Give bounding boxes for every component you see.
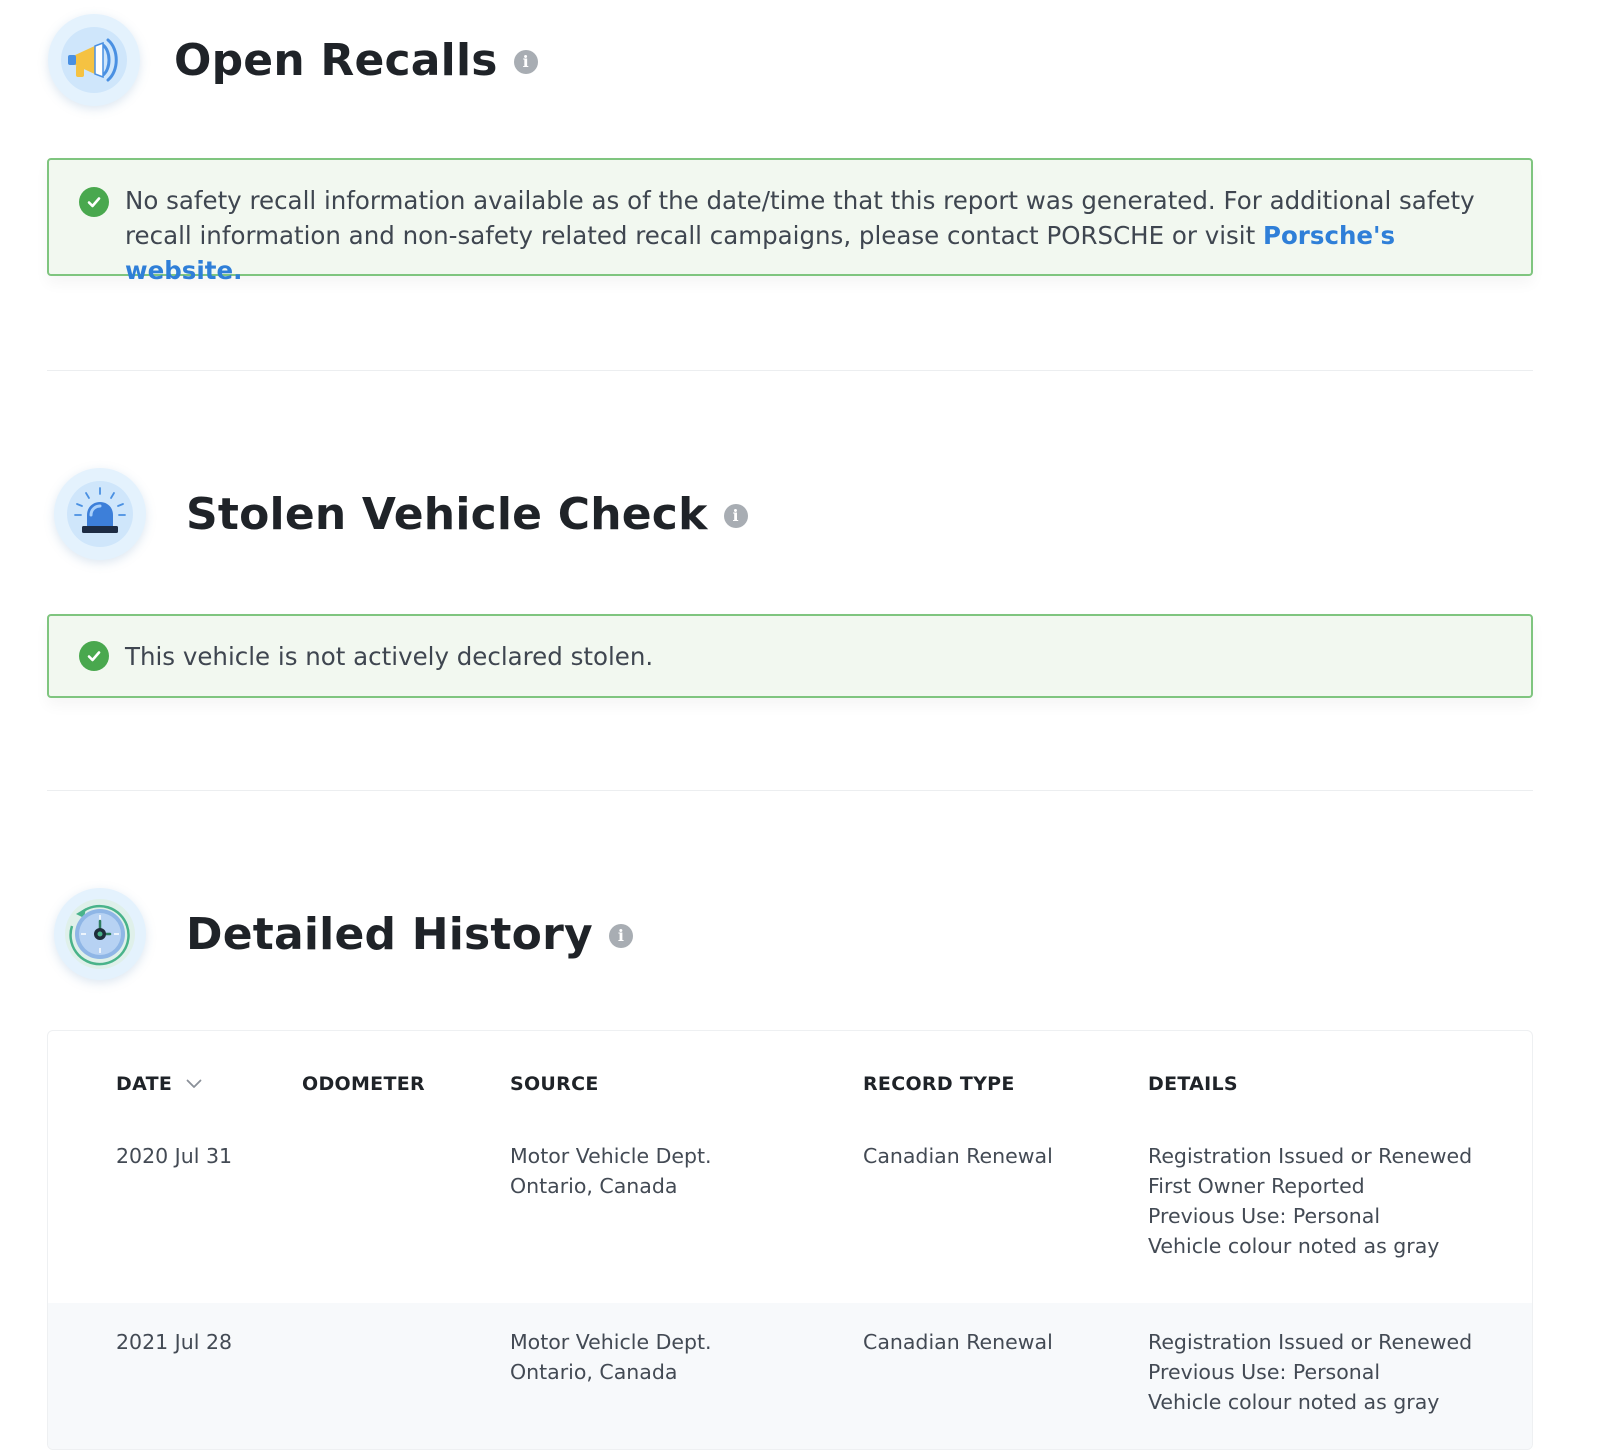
info-icon[interactable]: i (723, 504, 748, 528)
stolen-check-title: Stolen Vehicle Check (186, 488, 708, 540)
info-icon[interactable]: i (608, 924, 633, 948)
row-date: 2020 Jul 31 (116, 1144, 233, 1168)
info-icon[interactable]: i (513, 50, 538, 74)
row-date: 2021 Jul 28 (116, 1330, 233, 1354)
row-source-line: Ontario, Canada (510, 1174, 678, 1198)
stolen-alert: This vehicle is not actively declared st… (47, 614, 1533, 698)
open-recalls-title: Open Recalls (174, 34, 498, 86)
column-header-details: DETAILS (1148, 1073, 1238, 1095)
row-details-line: First Owner Reported (1148, 1174, 1365, 1198)
clock-icon (54, 888, 146, 980)
row-details-line: Registration Issued or Renewed (1148, 1144, 1473, 1168)
row-details-line: Previous Use: Personal (1148, 1204, 1381, 1228)
row-details: Registration Issued or Renewed First Own… (1148, 1141, 1472, 1261)
detailed-history-header: Detailed History i (54, 888, 633, 980)
column-header-date[interactable]: DATE (116, 1073, 202, 1095)
chevron-down-icon[interactable] (186, 1079, 202, 1089)
row-details-line: Vehicle colour noted as gray (1148, 1390, 1440, 1414)
check-circle-icon (79, 187, 109, 217)
open-recalls-header: Open Recalls i (48, 14, 538, 106)
siren-icon (54, 468, 146, 560)
stolen-message: This vehicle is not actively declared st… (125, 641, 654, 671)
check-circle-icon (79, 641, 109, 671)
row-source-line: Ontario, Canada (510, 1360, 678, 1384)
recalls-alert: No safety recall information available a… (47, 158, 1533, 285)
row-details-line: Previous Use: Personal (1148, 1360, 1381, 1384)
row-details: Registration Issued or Renewed Previous … (1148, 1327, 1472, 1417)
row-record-type: Canadian Renewal (863, 1144, 1053, 1168)
row-source: Motor Vehicle Dept. Ontario, Canada (510, 1141, 712, 1201)
row-details-line: Registration Issued or Renewed (1148, 1330, 1473, 1354)
table-row: 2021 Jul 28 Motor Vehicle Dept. Ontario,… (48, 1303, 1532, 1449)
row-source: Motor Vehicle Dept. Ontario, Canada (510, 1327, 712, 1387)
row-source-line: Motor Vehicle Dept. (510, 1144, 712, 1168)
detailed-history-title: Detailed History (186, 908, 593, 960)
row-record-type: Canadian Renewal (863, 1330, 1053, 1354)
section-divider (47, 790, 1533, 791)
column-header-record-type: RECORD TYPE (863, 1073, 1015, 1095)
megaphone-icon (48, 14, 140, 106)
table-row: 2020 Jul 31 Motor Vehicle Dept. Ontario,… (48, 1117, 1532, 1303)
row-details-line: Vehicle colour noted as gray (1148, 1234, 1440, 1258)
recalls-message: No safety recall information available a… (125, 183, 1501, 288)
column-header-source: SOURCE (510, 1073, 599, 1095)
column-header-odometer: ODOMETER (302, 1073, 425, 1095)
section-divider (47, 370, 1533, 371)
column-header-date-label: DATE (116, 1073, 173, 1095)
stolen-check-header: Stolen Vehicle Check i (54, 468, 748, 560)
row-source-line: Motor Vehicle Dept. (510, 1330, 712, 1354)
history-table: DATE ODOMETER SOURCE RECORD TYPE DETAILS… (47, 1030, 1533, 1450)
